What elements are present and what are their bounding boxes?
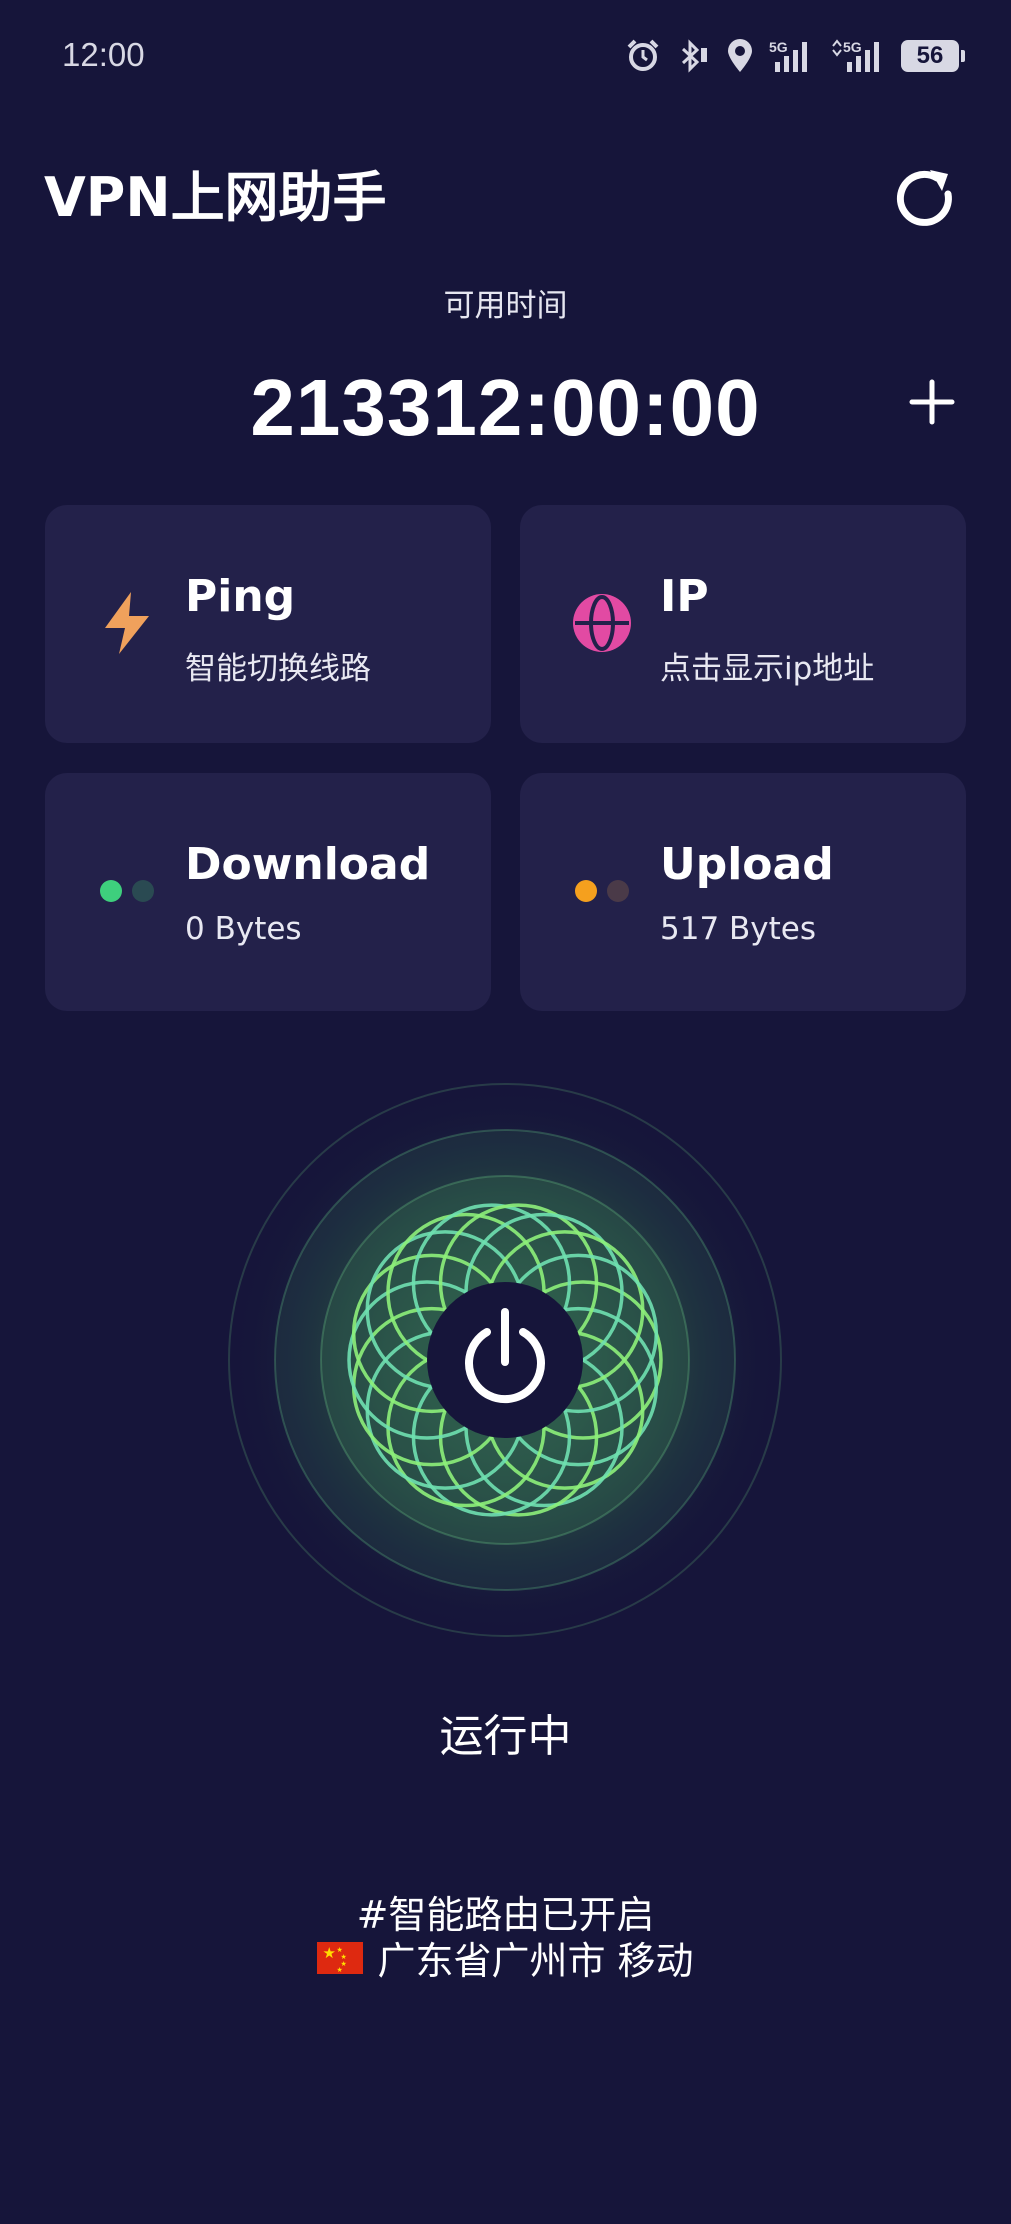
- upload-title: Upload: [660, 839, 834, 890]
- download-value: 0 Bytes: [185, 911, 302, 947]
- upload-value: 517 Bytes: [660, 911, 817, 947]
- lightning-icon: [89, 585, 165, 661]
- status-icons: 5G 5G 56: [625, 38, 965, 74]
- china-flag-icon: ★ ★ ★ ★ ★: [317, 1941, 364, 1974]
- upload-indicator-icon: [564, 853, 640, 929]
- power-toggle-area[interactable]: [225, 1080, 785, 1640]
- location-text: 广东省广州市 移动: [377, 1939, 694, 1983]
- svg-text:5G: 5G: [843, 39, 862, 55]
- download-dot-inactive: [132, 880, 154, 902]
- app-title: VPN上网助手: [44, 166, 387, 229]
- status-bar: 12:00 5G 5G 56: [0, 0, 1011, 116]
- location-line: ★ ★ ★ ★ ★ 广东省广州市 移动: [0, 1930, 1011, 1985]
- ip-subtitle: 点击显示ip地址: [660, 651, 875, 687]
- status-time: 12:00: [62, 36, 145, 73]
- ip-title: IP: [660, 571, 709, 622]
- alarm-icon: [627, 39, 659, 71]
- upload-dot-inactive: [607, 880, 629, 902]
- ping-card[interactable]: Ping 智能切换线路: [45, 505, 491, 743]
- time-label: 可用时间: [443, 288, 568, 324]
- plus-icon[interactable]: [906, 376, 958, 428]
- upload-card: Upload 517 Bytes: [520, 773, 966, 1011]
- upload-dot-active: [575, 880, 597, 902]
- download-card: Download 0 Bytes: [45, 773, 491, 1011]
- ip-card[interactable]: IP 点击显示ip地址: [520, 505, 966, 743]
- location-icon: [728, 39, 752, 72]
- battery-icon: 56: [901, 40, 965, 72]
- connection-status: 运行中: [439, 1711, 572, 1762]
- svg-text:5G: 5G: [769, 39, 788, 55]
- ping-subtitle: 智能切换线路: [185, 651, 371, 687]
- globe-icon: [564, 585, 640, 661]
- refresh-icon[interactable]: [890, 164, 960, 234]
- signal-icon: 5G: [832, 39, 879, 72]
- download-indicator-icon: [89, 853, 165, 929]
- battery-level: 56: [916, 42, 944, 69]
- download-title: Download: [185, 839, 431, 890]
- signal-icon: 5G: [769, 39, 807, 72]
- bluetooth-icon: [681, 39, 707, 73]
- time-value: 213312:00:00: [250, 363, 761, 452]
- ping-title: Ping: [185, 571, 296, 622]
- download-dot-active: [100, 880, 122, 902]
